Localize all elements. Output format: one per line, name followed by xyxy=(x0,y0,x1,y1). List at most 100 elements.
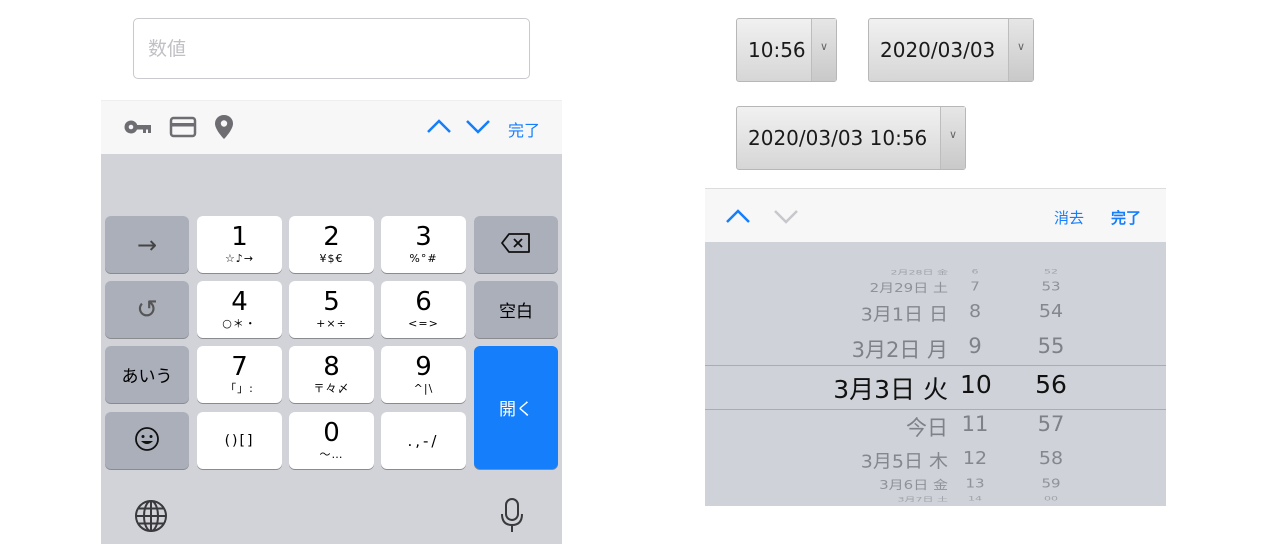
picker-hour-cell: 6 xyxy=(971,267,979,275)
key-main-label: 2 xyxy=(323,222,340,252)
punctuation-key[interactable]: .,-/ xyxy=(381,412,466,469)
open-key[interactable]: 開く xyxy=(474,346,558,469)
datetime-select-value: 2020/03/03 10:56 xyxy=(748,126,928,150)
picker-hour-cell: 7 xyxy=(970,279,980,294)
picker-date-cell: 3月5日 木 xyxy=(860,451,948,473)
chevron-down-icon[interactable] xyxy=(465,116,491,140)
arrow-right-icon: → xyxy=(136,230,158,259)
chevron-up-icon[interactable] xyxy=(426,116,452,140)
picker-date-cell: 今日 xyxy=(906,416,948,440)
key-main-label: 9 xyxy=(415,352,432,382)
time-select[interactable]: 10:56 ∨ xyxy=(736,18,837,82)
undo-icon: ↺ xyxy=(136,294,158,325)
location-pin-icon[interactable] xyxy=(213,113,235,145)
date-select-value: 2020/03/03 xyxy=(880,38,996,62)
picker-date-cell: 2月28日 金 xyxy=(890,268,949,277)
key-sub-label: 「」: xyxy=(225,382,254,395)
key-sub-label: 〜… xyxy=(319,448,344,461)
picker-minute-cell: 00 xyxy=(1044,494,1058,502)
clear-button[interactable]: 消去 xyxy=(1054,207,1084,228)
chevron-down-icon: ∨ xyxy=(811,19,836,81)
picker-row[interactable]: 3月6日 金 13 59 xyxy=(705,476,1166,493)
picker-row[interactable]: 2月28日 金 6 52 xyxy=(705,268,1166,277)
bracket-key-label: ()[] xyxy=(224,432,255,449)
chevron-down-icon[interactable] xyxy=(773,206,799,230)
microphone-icon[interactable] xyxy=(499,497,525,539)
key-9[interactable]: 9 ^|\ xyxy=(381,346,466,403)
backspace-icon xyxy=(500,232,532,258)
chevron-up-icon[interactable] xyxy=(725,206,751,230)
picker-row[interactable]: 3月1日 日 8 54 xyxy=(705,300,1166,326)
picker-minute-cell: 55 xyxy=(1037,334,1065,358)
picker-row[interactable]: 3月7日 土 14 00 xyxy=(705,495,1166,504)
key-2[interactable]: 2 ¥$€ xyxy=(289,216,374,273)
key-sub-label: 〒々〆 xyxy=(313,382,350,395)
key-5[interactable]: 5 +×÷ xyxy=(289,281,374,338)
open-key-label: 開く xyxy=(499,400,533,420)
key-sub-label: <=> xyxy=(408,317,439,330)
key-main-label: 5 xyxy=(323,287,340,317)
credit-card-icon[interactable] xyxy=(169,115,197,143)
key-7[interactable]: 7 「」: xyxy=(197,346,282,403)
key-main-label: 4 xyxy=(231,287,248,317)
datetime-select[interactable]: 2020/03/03 10:56 ∨ xyxy=(736,106,966,170)
picker-minute-cell: 54 xyxy=(1038,300,1064,322)
kana-key[interactable]: あいう xyxy=(105,346,189,403)
picker-date-cell: 3月7日 土 xyxy=(897,495,949,504)
done-button[interactable]: 完了 xyxy=(508,117,540,141)
key-sub-label: ¥$€ xyxy=(319,252,344,265)
number-input[interactable] xyxy=(133,18,530,79)
picker-row[interactable]: 2月29日 土 7 53 xyxy=(705,279,1166,296)
picker-hour-cell: 9 xyxy=(968,334,982,358)
picker-hour-cell: 14 xyxy=(968,494,982,502)
arrow-key[interactable]: → xyxy=(105,216,189,273)
keyboard-accessory-bar: 完了 xyxy=(101,100,562,155)
key-8[interactable]: 8 〒々〆 xyxy=(289,346,374,403)
space-key[interactable]: 空白 xyxy=(474,281,558,338)
key-main-label: 6 xyxy=(415,287,432,317)
numeric-keyboard: → 1 ☆♪→ 2 ¥$€ 3 %°# ↺ 4 ○＊・ 5 +×÷ 6 <=> … xyxy=(101,154,562,544)
key-1[interactable]: 1 ☆♪→ xyxy=(197,216,282,273)
picker-date-cell: 3月2日 月 xyxy=(851,338,948,362)
chevron-down-icon: ∨ xyxy=(940,107,965,169)
datetime-picker-wheel[interactable]: 2月28日 金 6 52 2月29日 土 7 53 3月1日 日 8 54 3月2日 月 9 55 3月… xyxy=(705,242,1166,506)
picker-minute-cell: 57 xyxy=(1037,412,1065,436)
picker-hour-cell: 11 xyxy=(961,412,989,436)
globe-icon[interactable] xyxy=(134,499,168,537)
picker-hour-cell: 12 xyxy=(962,447,988,469)
emoji-key[interactable] xyxy=(105,412,189,469)
key-main-label: 7 xyxy=(231,352,248,382)
picker-toolbar: 消去 完了 xyxy=(705,188,1166,243)
key-6[interactable]: 6 <=> xyxy=(381,281,466,338)
picker-date-cell: 3月1日 日 xyxy=(860,304,948,326)
key-main-label: 0 xyxy=(323,418,340,448)
key-sub-label: ○＊・ xyxy=(222,317,257,330)
key-0[interactable]: 0 〜… xyxy=(289,412,374,469)
key-sub-label: ^|\ xyxy=(413,382,434,395)
picker-row[interactable]: 3月2日 月 9 55 xyxy=(705,334,1166,362)
picker-date-cell: 3月3日 火 xyxy=(833,375,948,404)
emoji-icon xyxy=(134,426,160,456)
date-select[interactable]: 2020/03/03 ∨ xyxy=(868,18,1034,82)
picker-hour-cell: 8 xyxy=(968,300,982,322)
picker-hour-cell: 10 xyxy=(960,370,992,399)
picker-row[interactable]: 3月5日 木 12 58 xyxy=(705,447,1166,473)
time-select-value: 10:56 xyxy=(748,38,806,62)
key-3[interactable]: 3 %°# xyxy=(381,216,466,273)
picker-date-cell: 3月6日 金 xyxy=(879,477,948,493)
picker-hour-cell: 13 xyxy=(965,476,985,491)
key-4[interactable]: 4 ○＊・ xyxy=(197,281,282,338)
done-button[interactable]: 完了 xyxy=(1111,207,1141,228)
undo-key[interactable]: ↺ xyxy=(105,281,189,338)
delete-key[interactable] xyxy=(474,216,558,273)
key-main-label: 1 xyxy=(231,222,248,252)
bracket-key[interactable]: ()[] xyxy=(197,412,282,469)
picker-row[interactable]: 今日 11 57 xyxy=(705,412,1166,440)
picker-row-selected[interactable]: 3月3日 火 10 56 xyxy=(705,370,1166,404)
key-icon[interactable] xyxy=(123,115,153,143)
key-sub-label: +×÷ xyxy=(316,317,347,330)
punctuation-key-label: .,-/ xyxy=(407,431,440,450)
kana-key-label: あいう xyxy=(121,367,173,387)
key-main-label: 3 xyxy=(415,222,432,252)
picker-minute-cell: 58 xyxy=(1038,447,1064,469)
